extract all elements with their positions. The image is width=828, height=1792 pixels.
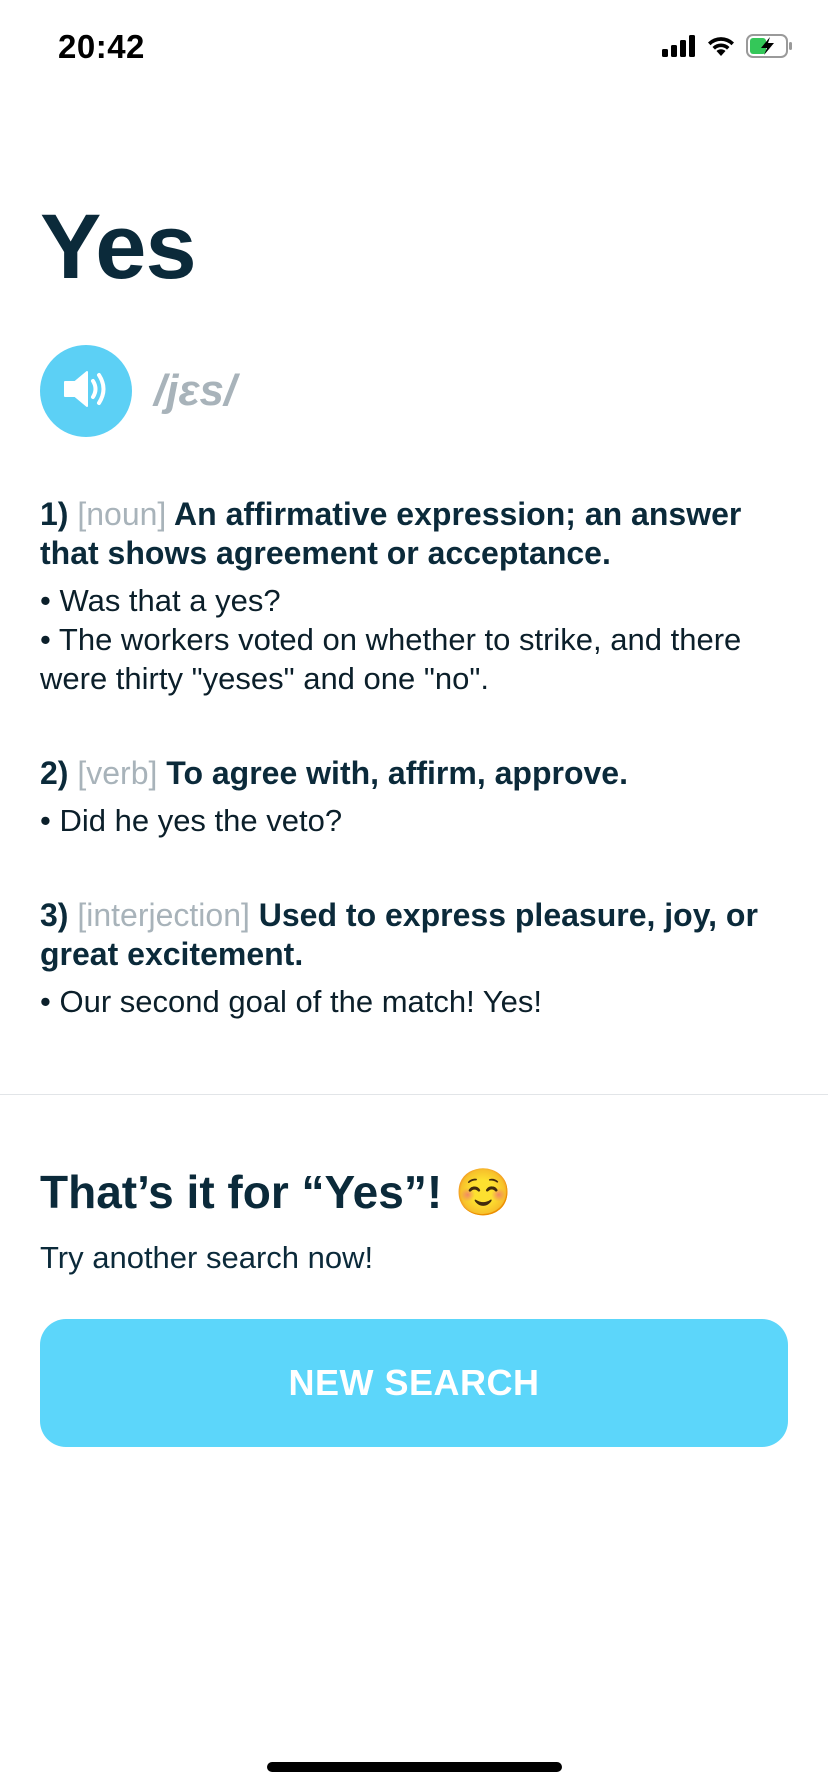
new-search-button[interactable]: NEW SEARCH bbox=[40, 1319, 788, 1447]
end-title-text: That’s it for “Yes”! bbox=[40, 1166, 443, 1218]
home-indicator[interactable] bbox=[267, 1762, 562, 1772]
example-sentence: • Did he yes the veto? bbox=[40, 803, 343, 838]
definition-heading: 1) [noun] An affirmative expression; an … bbox=[40, 495, 788, 573]
smiling-face-emoji-icon: ☺️ bbox=[454, 1166, 513, 1218]
definition-heading: 2) [verb] To agree with, affirm, approve… bbox=[40, 754, 788, 793]
battery-charging-icon bbox=[746, 34, 794, 63]
end-of-results-subtitle: Try another search now! bbox=[40, 1240, 374, 1275]
phonetic-transcription: /jɛs/ bbox=[154, 366, 237, 415]
word-title: Yes bbox=[40, 196, 197, 298]
end-of-results-title: That’s it for “Yes”! ☺️ bbox=[40, 1165, 512, 1220]
definition-number: 2) bbox=[40, 755, 69, 791]
definition-number: 3) bbox=[40, 897, 69, 933]
part-of-speech: [noun] bbox=[77, 496, 167, 532]
section-divider bbox=[0, 1094, 828, 1095]
definitions-list: 1) [noun] An affirmative expression; an … bbox=[40, 495, 788, 1077]
speaker-icon bbox=[61, 368, 111, 415]
definition-item: 1) [noun] An affirmative expression; an … bbox=[40, 495, 788, 698]
signal-icon bbox=[662, 35, 696, 62]
definition-item: 3) [interjection] Used to express pleasu… bbox=[40, 896, 788, 1021]
status-icons bbox=[662, 34, 794, 63]
definition-heading: 3) [interjection] Used to express pleasu… bbox=[40, 896, 788, 974]
definition-number: 1) bbox=[40, 496, 69, 532]
status-bar: 20:42 bbox=[0, 0, 828, 100]
play-pronunciation-button[interactable] bbox=[40, 345, 132, 437]
part-of-speech: [verb] bbox=[77, 755, 158, 791]
pronunciation-row: /jɛs/ bbox=[40, 345, 236, 437]
status-time: 20:42 bbox=[58, 28, 145, 65]
part-of-speech: [interjection] bbox=[77, 897, 250, 933]
wifi-icon bbox=[706, 35, 736, 62]
example-sentence: • Was that a yes? bbox=[40, 583, 281, 618]
example-sentence: • The workers voted on whether to strike… bbox=[40, 622, 742, 696]
definition-item: 2) [verb] To agree with, affirm, approve… bbox=[40, 754, 788, 840]
definition-meaning: To agree with, affirm, approve. bbox=[166, 755, 628, 791]
example-sentence: • Our second goal of the match! Yes! bbox=[40, 984, 542, 1019]
